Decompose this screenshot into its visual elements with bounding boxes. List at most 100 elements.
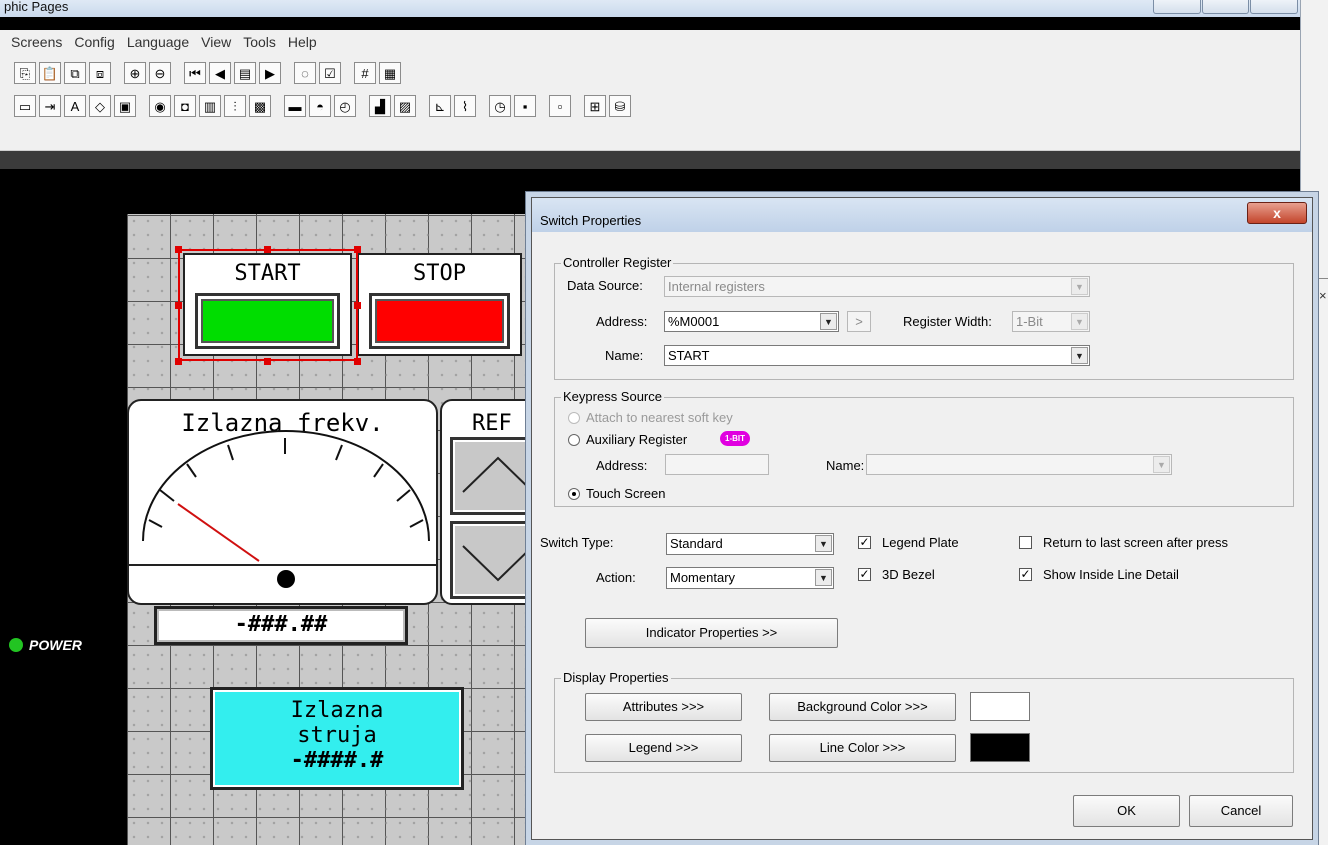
minimize-button[interactable] [1153,0,1201,14]
resize-handle[interactable] [354,246,361,253]
line-color-button[interactable]: Line Color >>> [769,734,956,762]
line-color-swatch[interactable] [970,733,1030,762]
radio-auxiliary[interactable] [568,434,580,446]
prev-screen-icon[interactable]: ◀ [209,62,231,84]
inside-line-checkbox[interactable]: ✓ [1019,568,1032,581]
menu-config[interactable]: Config [74,34,114,50]
paste-icon[interactable]: 📋 [39,62,61,84]
menu-bar: Screens Config Language View Tools Help [0,30,1300,54]
3d-bezel-checkbox[interactable]: ✓ [858,568,871,581]
current-value: -####.# [290,748,384,773]
switch-type-label: Switch Type: [540,535,614,550]
address-field[interactable]: %M0001 ▼ [664,311,839,332]
legend-button[interactable]: Legend >>> [585,734,742,762]
address-browse-button[interactable]: > [847,311,871,332]
grid-icon[interactable]: # [354,62,376,84]
dialog-title: Switch Properties [540,213,642,228]
bitmap-icon[interactable]: ▣ [114,95,136,117]
panel-close-icon[interactable]: × [1319,288,1327,303]
table-icon[interactable]: ⊞ [584,95,606,117]
current-display[interactable]: Izlazna struja -####.# [210,687,464,790]
text-icon[interactable]: A [64,95,86,117]
keypress-source-group: Keypress Source Attach to nearest soft k… [554,389,1294,507]
resize-handle[interactable] [264,358,271,365]
register-width-select[interactable]: 1-Bit ▼ [1012,311,1090,332]
background-color-button[interactable]: Background Color >>> [769,693,956,721]
frequency-display[interactable]: -###.## [154,606,408,645]
next-screen-icon[interactable]: ▶ [259,62,281,84]
resize-handle[interactable] [175,358,182,365]
cancel-button[interactable]: Cancel [1189,795,1293,827]
line-chart-icon[interactable]: ⌇ [454,95,476,117]
resize-handle[interactable] [175,302,182,309]
menu-screens[interactable]: Screens [11,34,62,50]
data-entry-icon[interactable]: ⇥ [39,95,61,117]
attributes-button[interactable]: Attributes >>> [585,693,742,721]
save-icon[interactable]: ▪ [514,95,536,117]
aux-name-select[interactable]: ▼ [866,454,1172,475]
password-icon[interactable]: ▭ [14,95,36,117]
zoom-in-icon[interactable]: ⊕ [124,62,146,84]
action-select[interactable]: Momentary ▼ [666,567,834,589]
timer-icon[interactable]: ◷ [489,95,511,117]
switch-icon[interactable]: ◘ [174,95,196,117]
screen-link-icon[interactable]: ▩ [249,95,271,117]
group-label: Display Properties [561,670,671,685]
comment-icon[interactable]: ◌ [294,62,316,84]
dialog-close-button[interactable]: x [1247,202,1307,224]
address-label: Address: [596,314,648,329]
chart-icon[interactable]: ▨ [394,95,416,117]
background-color-swatch[interactable] [970,692,1030,721]
maximize-button[interactable] [1201,0,1250,14]
screen-list-icon[interactable]: ▤ [234,62,256,84]
radio-touch-screen[interactable] [568,488,580,500]
resize-handle[interactable] [264,246,271,253]
legend-plate-checkbox[interactable]: ✓ [858,536,871,549]
shape-icon[interactable]: ◇ [89,95,111,117]
trend-icon[interactable]: ▟ [369,95,391,117]
ok-button[interactable]: OK [1073,795,1180,827]
menu-view[interactable]: View [201,34,231,50]
video-icon[interactable]: ▫ [549,95,571,117]
menu-language[interactable]: Language [127,34,189,50]
switch-type-select[interactable]: Standard ▼ [666,533,834,555]
check-icon[interactable]: ☑ [319,62,341,84]
copy-icon[interactable]: ⎘ [14,62,36,84]
xy-chart-icon[interactable]: ⊾ [429,95,451,117]
stop-button[interactable]: STOP [357,253,522,356]
slider-icon[interactable]: ⫶ [224,95,246,117]
radio-soft-key[interactable] [568,412,580,424]
chevron-down-icon: ▼ [1071,347,1088,364]
resize-handle[interactable] [354,358,361,365]
indicator-properties-button[interactable]: Indicator Properties >> [585,618,838,648]
multi-switch-icon[interactable]: ▥ [199,95,221,117]
current-line1: Izlazna [290,698,384,723]
power-indicator: POWER [9,637,82,653]
dialog-titlebar[interactable]: Switch Properties [532,198,1312,232]
bring-front-icon[interactable]: ⧉ [64,62,86,84]
gauge-dial [142,430,430,588]
register-width-label: Register Width: [903,314,992,329]
frequency-gauge[interactable]: Izlazna frekv. [127,399,438,605]
gauge-dome-icon[interactable]: ◓ [309,95,331,117]
bargraph-icon[interactable]: ▬ [284,95,306,117]
chevron-down-icon: ▼ [815,535,832,552]
name-field[interactable]: START ▼ [664,345,1090,366]
resize-handle[interactable] [354,302,361,309]
start-button[interactable]: START [183,253,352,356]
return-last-screen-checkbox[interactable] [1019,536,1032,549]
send-back-icon[interactable]: ⧈ [89,62,111,84]
menu-help[interactable]: Help [288,34,317,50]
aux-address-field[interactable] [665,454,769,475]
first-screen-icon[interactable]: ⏮ [184,62,206,84]
close-button[interactable] [1250,0,1299,14]
grid-fine-icon[interactable]: ▦ [379,62,401,84]
menu-tools[interactable]: Tools [243,34,276,50]
zoom-out-icon[interactable]: ⊖ [149,62,171,84]
resize-handle[interactable] [175,246,182,253]
light-icon[interactable]: ◉ [149,95,171,117]
start-button-face [195,293,340,349]
database-icon[interactable]: ⛁ [609,95,631,117]
dial-icon[interactable]: ◴ [334,95,356,117]
data-source-select[interactable]: Internal registers ▼ [664,276,1090,297]
